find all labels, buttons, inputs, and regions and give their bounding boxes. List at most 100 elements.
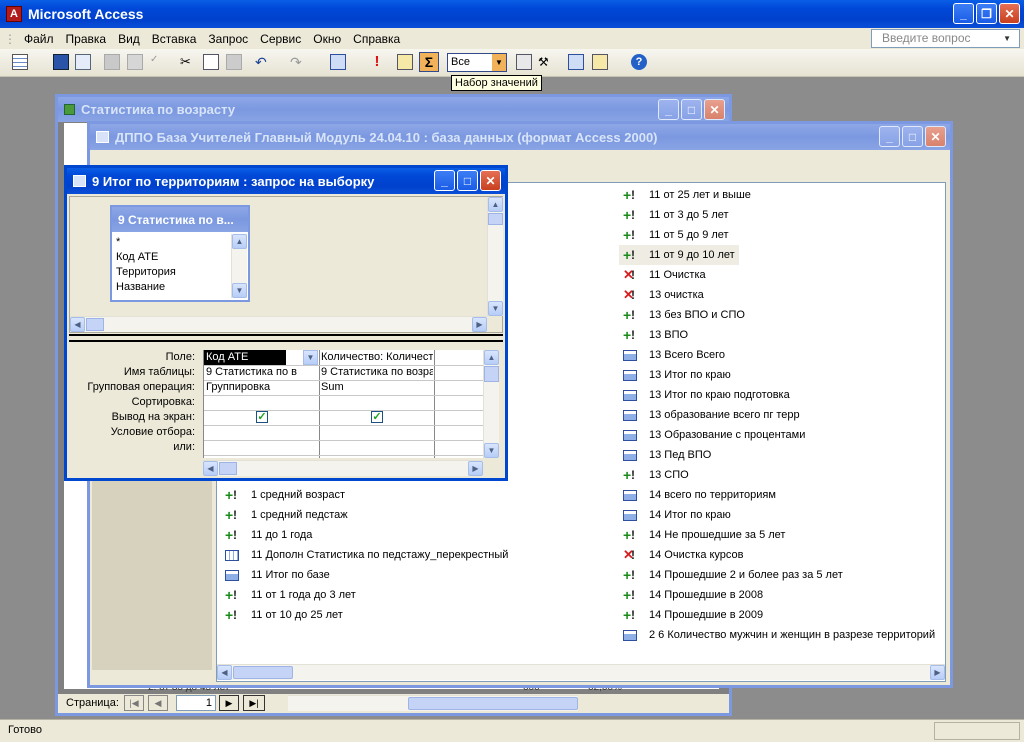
database-title-bar[interactable]: ДППО База Учителей Главный Модуль 24.04.… — [90, 124, 950, 150]
query-list-item[interactable]: 14 всего по территориям — [619, 485, 935, 505]
show-checkbox[interactable]: ✓ — [256, 411, 268, 423]
menu-help[interactable]: Справка — [347, 32, 406, 46]
query-list-item[interactable]: +! 13 ВПО — [619, 325, 935, 345]
scroll-thumb[interactable] — [488, 213, 503, 225]
close-icon[interactable]: ✕ — [925, 126, 946, 147]
query-list-item[interactable]: 11 Дополн Статистика по педстажу_перекре… — [221, 545, 508, 565]
query-type-icon[interactable] — [330, 54, 346, 70]
field-list-scrollbar[interactable]: ▲ ▼ — [231, 234, 247, 298]
scroll-down-icon[interactable]: ▼ — [484, 443, 499, 458]
query-list-item[interactable]: 13 образование всего пг терр — [619, 405, 935, 425]
scroll-thumb[interactable] — [233, 666, 293, 679]
scroll-down-icon[interactable]: ▼ — [232, 283, 247, 298]
new-object-icon[interactable] — [592, 54, 608, 70]
query-title-bar[interactable]: 9 Итог по территориям : запрос на выборк… — [67, 168, 505, 194]
grid-cell-field[interactable]: Количество: Количество — [319, 350, 433, 365]
query-list-item[interactable]: +! 11 от 9 до 10 лет — [619, 245, 739, 265]
query-list-item[interactable]: 13 Итог по краю подготовка — [619, 385, 935, 405]
grid-cell-table[interactable]: 9 Статистика по в — [204, 365, 318, 380]
scroll-right-icon[interactable]: ▶ — [472, 317, 487, 332]
grid-cell-field[interactable]: Код АТЕ — [204, 350, 286, 365]
save-icon[interactable] — [53, 54, 69, 70]
scroll-left-icon[interactable]: ◀ — [70, 317, 85, 332]
search-icon[interactable] — [75, 54, 91, 70]
cut-icon[interactable]: ✂ — [180, 54, 196, 70]
show-checkbox[interactable]: ✓ — [371, 411, 383, 423]
scroll-thumb[interactable] — [484, 366, 499, 382]
field-list-title[interactable]: 9 Статистика по в... — [112, 207, 248, 232]
close-icon[interactable]: ✕ — [480, 170, 501, 191]
grid-h-scrollbar[interactable]: ◀ ▶ — [203, 460, 483, 476]
minimize-icon[interactable]: _ — [434, 170, 455, 191]
menu-query[interactable]: Запрос — [202, 32, 254, 46]
run-icon[interactable]: ! — [369, 54, 385, 70]
maximize-icon[interactable]: □ — [681, 99, 702, 120]
database-window-icon[interactable] — [568, 54, 584, 70]
totals-button[interactable]: Σ — [419, 52, 439, 72]
report-title-bar[interactable]: Статистика по возрасту _ □ ✕ — [58, 97, 729, 122]
query-list-item[interactable]: +! 11 от 3 до 5 лет — [619, 205, 935, 225]
minimize-icon[interactable]: _ — [658, 99, 679, 120]
scroll-right-icon[interactable]: ▶ — [930, 665, 945, 680]
menu-insert[interactable]: Вставка — [146, 32, 203, 46]
grid-cell-total[interactable]: Sum — [319, 380, 433, 395]
field-list-item[interactable]: * — [112, 235, 232, 250]
view-icon[interactable] — [12, 54, 28, 70]
chevron-down-icon[interactable]: ▼ — [303, 350, 318, 365]
query-list-item[interactable]: 11 Итог по базе — [221, 565, 508, 585]
query-list-item[interactable]: +! 11 от 10 до 25 лет — [221, 605, 508, 625]
query-list-item[interactable]: 13 Итог по краю — [619, 365, 935, 385]
table-pane-v-scrollbar[interactable]: ▲ ▼ — [487, 197, 503, 316]
query-list-item[interactable]: 13 Всего Всего — [619, 345, 935, 365]
query-list-item[interactable]: +! 11 до 1 года — [221, 525, 508, 545]
query-list-item[interactable]: +! 13 СПО — [619, 465, 935, 485]
menu-file[interactable]: Файл — [18, 32, 60, 46]
menu-edit[interactable]: Правка — [60, 32, 113, 46]
first-page-button[interactable]: |◀ — [124, 695, 144, 711]
top-values-box[interactable]: Все ▼ — [447, 53, 507, 72]
report-h-scrollbar[interactable] — [288, 695, 578, 711]
menu-view[interactable]: Вид — [112, 32, 146, 46]
last-page-button[interactable]: ▶| — [243, 695, 265, 711]
close-icon[interactable]: ✕ — [999, 3, 1020, 24]
chevron-down-icon[interactable]: ▼ — [997, 30, 1017, 47]
scroll-up-icon[interactable]: ▲ — [484, 350, 499, 365]
grid-cell-table[interactable]: 9 Статистика по возрасту — [319, 365, 433, 380]
help-search-input[interactable]: Введите вопрос — [876, 31, 977, 45]
query-list-item[interactable]: +! 11 от 5 до 9 лет — [619, 225, 935, 245]
query-list-item[interactable]: 2 6 Количество мужчин и женщин в разрезе… — [619, 625, 935, 645]
scroll-thumb[interactable] — [219, 462, 237, 475]
scroll-down-icon[interactable]: ▼ — [488, 301, 503, 316]
query-list-item[interactable]: ✕! 14 Очистка курсов — [619, 545, 935, 565]
query-list-item[interactable]: +! 14 Прошедшие в 2009 — [619, 605, 935, 625]
query-list-item[interactable]: ✕! 13 очистка — [619, 285, 935, 305]
scroll-left-icon[interactable]: ◀ — [203, 461, 218, 476]
field-list-item[interactable]: Название — [112, 280, 232, 295]
prev-page-button[interactable]: ◀ — [148, 695, 168, 711]
top-values-input[interactable]: Все — [451, 56, 470, 68]
query-list-item[interactable]: +! 14 Прошедшие 2 и более раз за 5 лет — [619, 565, 935, 585]
minimize-icon[interactable]: _ — [953, 3, 974, 24]
minimize-icon[interactable]: _ — [879, 126, 900, 147]
maximize-icon[interactable]: □ — [457, 170, 478, 191]
help-icon[interactable]: ? — [631, 54, 647, 70]
query-list-item[interactable]: +! 1 средний педстаж — [221, 505, 508, 525]
undo-icon[interactable]: ↶ — [255, 54, 271, 70]
query-list-item[interactable]: +! 14 Не прошедшие за 5 лет — [619, 525, 935, 545]
query-list-item[interactable]: +! 13 без ВПО и СПО — [619, 305, 935, 325]
copy-icon[interactable] — [203, 54, 219, 70]
query-list-item[interactable]: 13 Пед ВПО — [619, 445, 935, 465]
db-h-scrollbar[interactable]: ◀ ▶ — [217, 664, 945, 680]
page-number-input[interactable]: 1 — [176, 695, 216, 711]
query-list-item[interactable]: +! 1 средний возраст — [221, 485, 508, 505]
scroll-up-icon[interactable]: ▲ — [488, 197, 503, 212]
scroll-right-icon[interactable]: ▶ — [468, 461, 483, 476]
close-icon[interactable]: ✕ — [704, 99, 725, 120]
query-list-item[interactable]: +! 11 от 25 лет и выше — [619, 185, 935, 205]
query-list-item[interactable]: +! 14 Прошедшие в 2008 — [619, 585, 935, 605]
scroll-thumb[interactable] — [408, 697, 578, 710]
scroll-left-icon[interactable]: ◀ — [217, 665, 232, 680]
query-list-item[interactable]: ✕! 11 Очистка — [619, 265, 935, 285]
properties-icon[interactable] — [516, 54, 532, 70]
query-list-item[interactable]: 14 Итог по краю — [619, 505, 935, 525]
